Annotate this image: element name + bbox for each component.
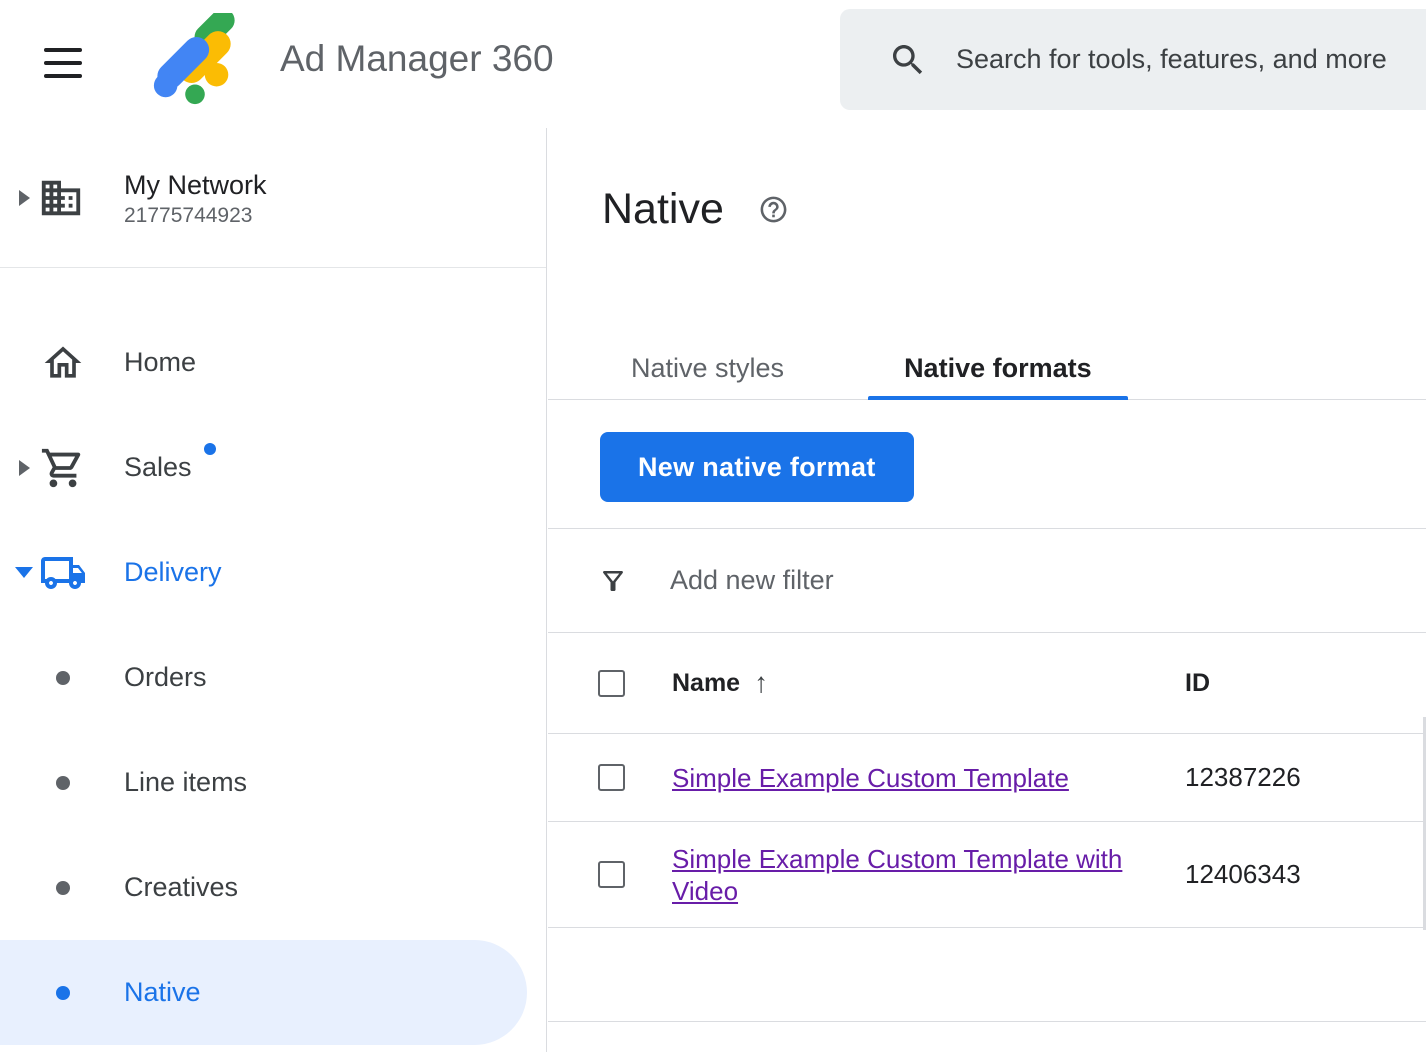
row-id: 12387226 xyxy=(1185,762,1301,793)
page-title-row: Native xyxy=(602,184,1426,234)
network-info: My Network 21775744923 xyxy=(124,167,267,229)
menu-icon[interactable] xyxy=(44,48,82,78)
filter-bar[interactable]: Add new filter xyxy=(548,528,1426,632)
network-selector[interactable]: My Network 21775744923 xyxy=(0,128,546,268)
sidebar-item-orders[interactable]: Orders xyxy=(0,625,546,730)
sidebar-item-label: Creatives xyxy=(124,872,238,903)
cart-icon xyxy=(38,445,88,491)
tab-native-styles[interactable]: Native styles xyxy=(595,338,820,399)
sidebar-item-label: Orders xyxy=(124,662,207,693)
sidebar-item-line-items[interactable]: Line items xyxy=(0,730,546,835)
sidebar: My Network 21775744923 Home Sales Delive… xyxy=(0,128,547,1052)
home-icon xyxy=(38,341,88,385)
tab-label: Native styles xyxy=(631,353,784,384)
sidebar-item-label: Home xyxy=(124,347,196,378)
truck-icon xyxy=(38,549,88,597)
sidebar-item-sales[interactable]: Sales xyxy=(0,415,546,520)
bullet-icon xyxy=(56,671,70,685)
chevron-down-icon xyxy=(12,567,36,578)
main-content: Native Native styles Native formats New … xyxy=(548,128,1426,1052)
network-name: My Network xyxy=(124,167,267,203)
sidebar-item-native[interactable]: Native xyxy=(0,940,527,1045)
row-checkbox[interactable] xyxy=(598,764,625,791)
notification-dot xyxy=(204,443,216,455)
building-icon xyxy=(38,175,84,221)
filter-placeholder: Add new filter xyxy=(670,565,834,596)
help-icon[interactable] xyxy=(758,194,789,225)
tab-native-formats[interactable]: Native formats xyxy=(868,338,1128,399)
row-checkbox[interactable] xyxy=(598,861,625,888)
row-id: 12406343 xyxy=(1185,859,1301,890)
chevron-right-icon xyxy=(12,190,36,206)
sidebar-item-label: Line items xyxy=(124,767,247,798)
ad-manager-logo-icon xyxy=(148,13,242,107)
column-header-id[interactable]: ID xyxy=(1185,669,1210,698)
sidebar-item-label: Sales xyxy=(124,452,192,483)
tab-bar: Native styles Native formats xyxy=(548,338,1426,400)
bullet-icon xyxy=(56,776,70,790)
table-row: Simple Example Custom Template 12387226 xyxy=(548,733,1426,821)
chevron-right-icon xyxy=(12,460,36,476)
sidebar-item-delivery[interactable]: Delivery xyxy=(0,520,546,625)
search-input[interactable] xyxy=(956,30,1426,90)
bullet-icon xyxy=(56,986,70,1000)
sidebar-item-label: Native xyxy=(124,977,201,1008)
app-title: Ad Manager 360 xyxy=(280,38,554,80)
search-bar xyxy=(840,9,1426,110)
search-icon xyxy=(888,40,928,80)
row-name-link[interactable]: Simple Example Custom Template xyxy=(672,763,1069,793)
sidebar-item-label: Delivery xyxy=(124,557,222,588)
name-cell: Simple Example Custom Template xyxy=(672,762,1150,794)
new-native-format-button[interactable]: New native format xyxy=(600,432,914,502)
tab-label: Native formats xyxy=(904,353,1092,384)
sidebar-item-creatives[interactable]: Creatives xyxy=(0,835,546,940)
bullet-icon xyxy=(56,881,70,895)
page-title: Native xyxy=(602,185,724,234)
name-cell: Simple Example Custom Template with Vide… xyxy=(672,843,1150,907)
row-name-link[interactable]: Simple Example Custom Template with Vide… xyxy=(672,844,1122,906)
sidebar-item-home[interactable]: Home xyxy=(0,310,546,415)
column-header-name[interactable]: Name xyxy=(672,669,740,698)
network-id: 21775744923 xyxy=(124,203,267,229)
table-footer-spacer xyxy=(548,927,1426,1022)
top-app-bar: Ad Manager 360 xyxy=(0,0,1426,128)
filter-icon xyxy=(598,566,628,596)
sidebar-nav: Home Sales Delivery Orders Line items xyxy=(0,310,546,1045)
table-header-row: Name ↑ ID xyxy=(548,632,1426,733)
table-row: Simple Example Custom Template with Vide… xyxy=(548,821,1426,927)
select-all-checkbox[interactable] xyxy=(598,670,625,697)
sort-ascending-icon[interactable]: ↑ xyxy=(754,667,768,699)
